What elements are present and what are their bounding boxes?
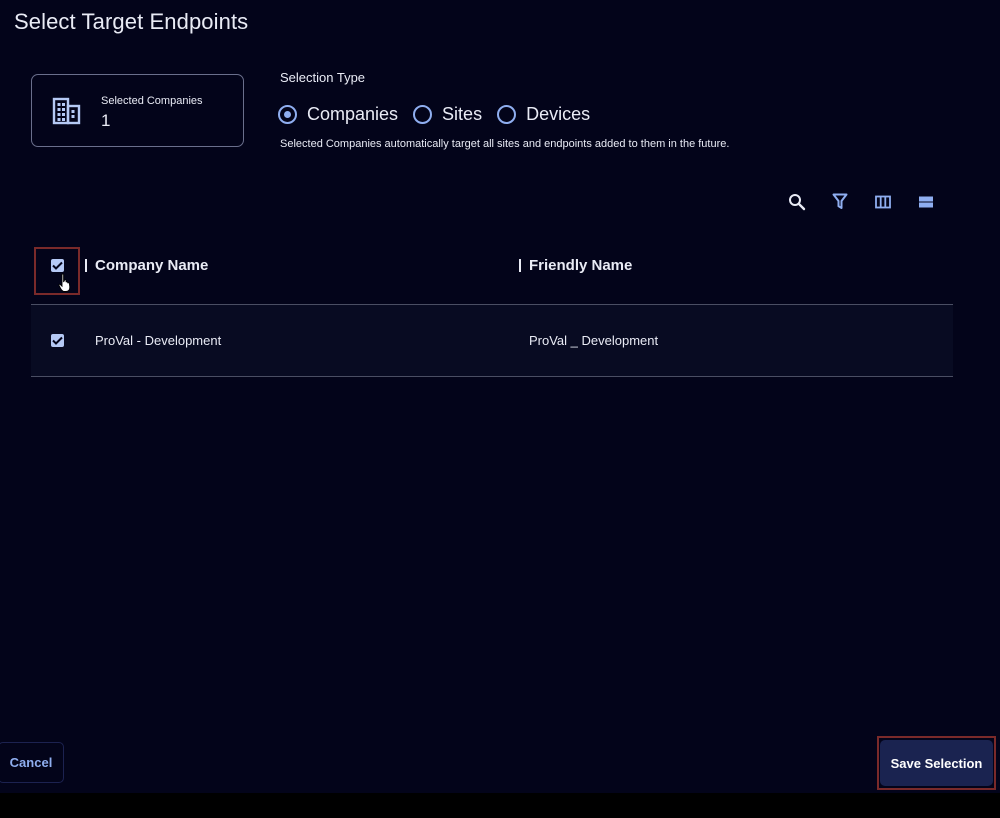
columns-icon (875, 195, 891, 214)
filter-icon (832, 193, 848, 215)
search-button[interactable] (786, 193, 808, 215)
column-separator[interactable] (85, 259, 87, 272)
selected-companies-count: 1 (101, 111, 111, 130)
column-header-company-name[interactable]: Company Name (95, 257, 208, 274)
density-icon (918, 195, 934, 214)
filter-button[interactable] (829, 193, 851, 215)
column-separator[interactable] (519, 259, 521, 272)
companies-grid: Company Name Friendly Name ProVal - Deve… (31, 240, 953, 377)
radio-companies[interactable]: Companies (278, 104, 398, 125)
grid-header: Company Name Friendly Name (31, 240, 953, 305)
selected-companies-label: Selected Companies (101, 95, 203, 107)
cancel-button[interactable]: Cancel (0, 742, 64, 783)
radio-companies-label: Companies (307, 103, 399, 124)
table-row[interactable]: ProVal - Development ProVal _ Developmen… (31, 305, 953, 377)
grid-toolbar (786, 193, 937, 215)
hand-cursor-icon (58, 273, 72, 298)
radio-button-checked[interactable] (278, 104, 297, 124)
radio-button-unchecked[interactable] (497, 104, 517, 124)
row-checkbox[interactable] (51, 334, 64, 347)
radio-devices-label: Devices (526, 103, 591, 124)
building-icon (52, 97, 82, 125)
selection-type-label: Selection Type (280, 70, 366, 85)
save-selection-button[interactable]: Save Selection (880, 740, 993, 786)
radio-sites[interactable]: Sites (413, 104, 482, 125)
selected-companies-card: Selected Companies 1 (31, 74, 244, 147)
select-all-checkbox[interactable] (51, 259, 64, 272)
selection-type-radio-group: Companies Sites Devices (278, 103, 605, 125)
select-target-endpoints-dialog: Select Target Endpoints Selected Compani… (0, 0, 1000, 793)
dialog-title: Select Target Endpoints (14, 9, 249, 34)
selection-type-helper-text: Selected Companies automatically target … (280, 138, 730, 150)
column-header-friendly-name[interactable]: Friendly Name (529, 257, 632, 274)
density-button[interactable] (915, 193, 937, 215)
radio-sites-label: Sites (442, 103, 483, 124)
radio-button-unchecked[interactable] (413, 104, 433, 124)
columns-button[interactable] (872, 193, 894, 215)
search-icon (788, 193, 806, 216)
cell-company-name: ProVal - Development (95, 333, 222, 348)
radio-devices[interactable]: Devices (497, 104, 590, 125)
cell-friendly-name: ProVal _ Development (529, 333, 659, 348)
